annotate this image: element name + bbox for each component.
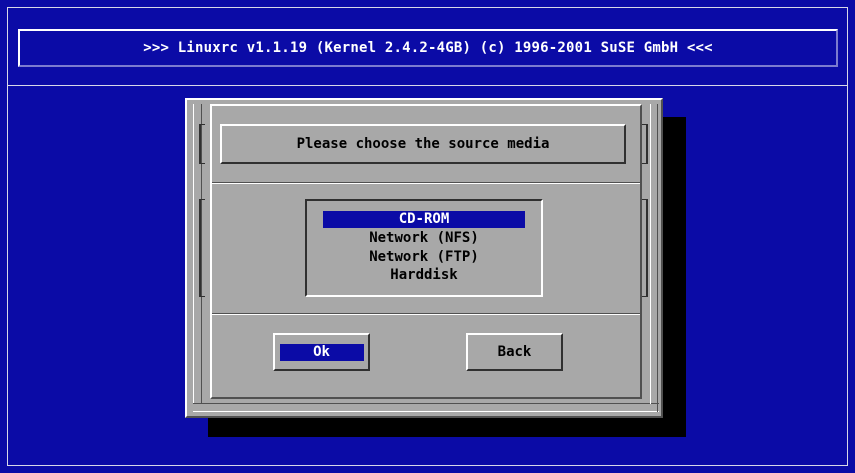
list-item-network-ftp[interactable]: Network (FTP) bbox=[323, 249, 525, 266]
header-bar: >>> Linuxrc v1.1.19 (Kernel 2.4.2-4GB) (… bbox=[18, 29, 838, 67]
frame-bracket bbox=[642, 199, 648, 297]
frame-line bbox=[193, 104, 194, 404]
dialog-divider bbox=[212, 313, 640, 315]
source-media-list[interactable]: CD-ROM Network (NFS) Network (FTP) Hardd… bbox=[305, 199, 543, 297]
list-item-network-nfs[interactable]: Network (NFS) bbox=[323, 230, 525, 247]
list-item-harddisk[interactable]: Harddisk bbox=[323, 267, 525, 284]
dialog-title-box: Please choose the source media bbox=[220, 124, 626, 164]
frame-bracket bbox=[642, 124, 648, 164]
ok-button[interactable]: Ok bbox=[273, 333, 370, 371]
frame-line bbox=[657, 104, 658, 412]
frame-line bbox=[193, 411, 659, 412]
back-button[interactable]: Back bbox=[466, 333, 563, 371]
list-item-cd-rom[interactable]: CD-ROM bbox=[323, 211, 525, 228]
frame-line bbox=[193, 403, 659, 404]
linuxrc-screen: >>> Linuxrc v1.1.19 (Kernel 2.4.2-4GB) (… bbox=[0, 0, 855, 473]
frame-bracket bbox=[199, 199, 205, 297]
frame-bracket bbox=[199, 124, 205, 164]
dialog-divider bbox=[212, 182, 640, 184]
header-divider bbox=[7, 85, 848, 86]
back-button-label: Back bbox=[497, 344, 532, 360]
dialog-title: Please choose the source media bbox=[296, 136, 550, 152]
header-title: >>> Linuxrc v1.1.19 (Kernel 2.4.2-4GB) (… bbox=[143, 40, 713, 56]
ok-button-label: Ok bbox=[279, 343, 364, 361]
frame-line bbox=[650, 104, 651, 404]
